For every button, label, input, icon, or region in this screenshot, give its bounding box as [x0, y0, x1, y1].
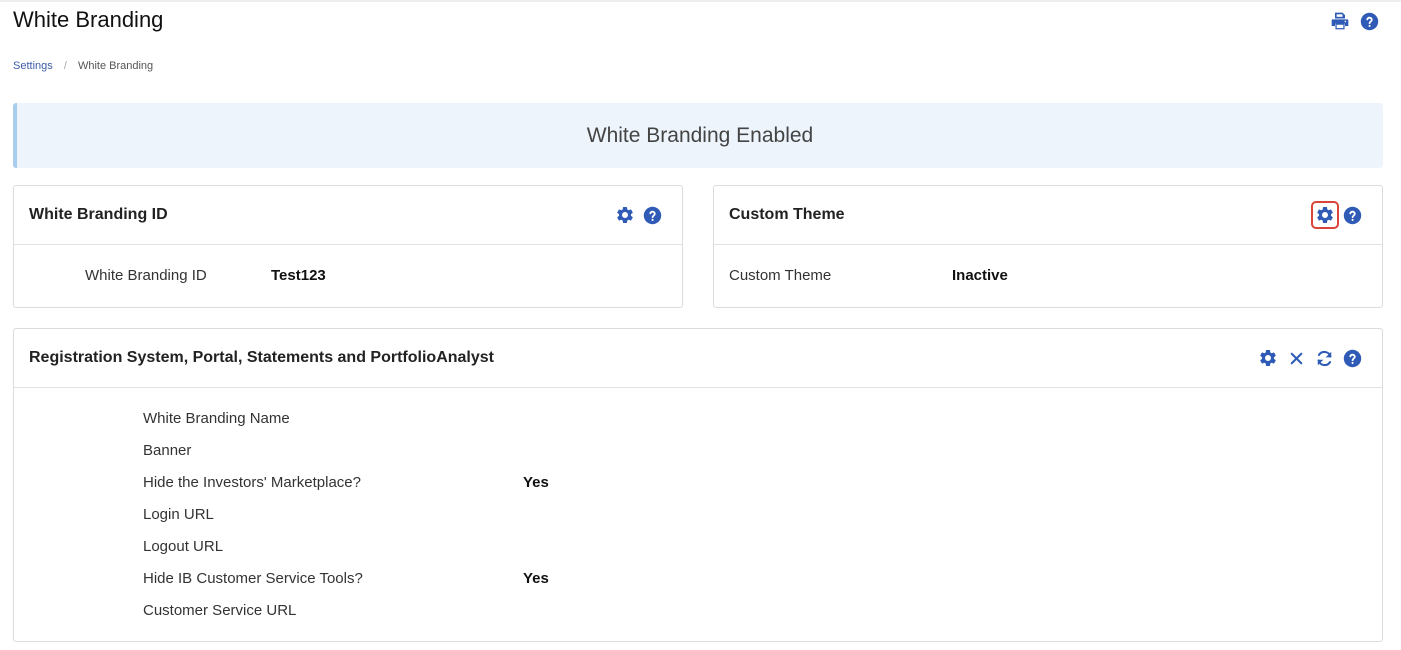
gear-icon[interactable] — [615, 205, 635, 225]
status-banner: White Branding Enabled — [13, 103, 1383, 168]
field-label: White Branding ID — [85, 267, 207, 284]
custom-theme-panel: Custom Theme Custom Theme Inactive — [713, 185, 1383, 308]
help-icon[interactable] — [1343, 349, 1362, 368]
breadcrumb-settings-link[interactable]: Settings — [13, 60, 53, 72]
gear-icon[interactable] — [1258, 348, 1278, 368]
breadcrumb: Settings / White Branding — [13, 60, 153, 72]
panel-title: White Branding ID — [29, 206, 168, 223]
field-label: Logout URL — [143, 538, 224, 555]
field-label: Customer Service URL — [143, 602, 297, 619]
field-value: Yes — [523, 474, 549, 491]
panel-header: White Branding ID — [14, 186, 682, 245]
page-toolbar — [1330, 11, 1379, 31]
breadcrumb-separator: / — [63, 60, 67, 72]
top-divider — [0, 0, 1401, 2]
page-title: White Branding — [13, 7, 164, 32]
breadcrumb-current: White Branding — [77, 60, 154, 72]
help-icon[interactable] — [1343, 206, 1362, 225]
field-label: Hide IB Customer Service Tools? — [143, 570, 363, 587]
field-label: Banner — [143, 442, 192, 459]
field-label: Login URL — [143, 506, 214, 523]
field-label: Hide the Investors' Marketplace? — [143, 474, 361, 491]
panel-title: Custom Theme — [729, 206, 845, 223]
field-label: Custom Theme — [729, 267, 832, 284]
field-label: White Branding Name — [143, 410, 290, 427]
white-branding-id-panel: White Branding ID White Branding ID Test… — [13, 185, 683, 308]
field-value: Test123 — [271, 267, 326, 284]
status-banner-text: White Branding Enabled — [586, 123, 814, 147]
refresh-icon[interactable] — [1315, 349, 1334, 368]
registration-panel: Registration System, Portal, Statements … — [13, 328, 1383, 642]
panel-header: Custom Theme — [714, 186, 1382, 245]
help-icon[interactable] — [643, 206, 662, 225]
gear-icon[interactable] — [1311, 201, 1339, 229]
panel-title: Registration System, Portal, Statements … — [29, 349, 494, 366]
panel-header: Registration System, Portal, Statements … — [14, 329, 1382, 388]
field-value: Inactive — [952, 267, 1008, 284]
field-value: Yes — [523, 570, 549, 587]
print-icon[interactable] — [1330, 11, 1350, 31]
close-icon[interactable] — [1287, 349, 1306, 368]
help-icon[interactable] — [1360, 12, 1379, 31]
